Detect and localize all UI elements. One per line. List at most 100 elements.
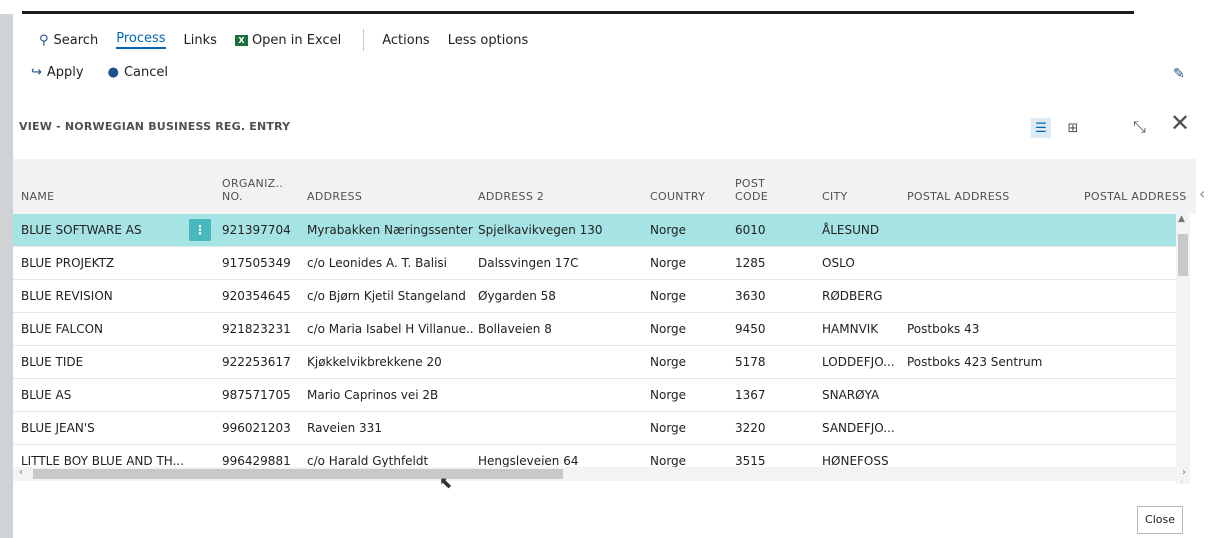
search-action[interactable]: ⚲ Search [39,33,98,48]
table-row[interactable]: BLUE FALCON 921823231 c/o Maria Isabel H… [13,313,1176,346]
cell-name[interactable]: BLUE SOFTWARE AS [21,214,186,246]
mouse-pointer-icon: ⬉ [439,473,453,492]
cell-name[interactable]: BLUE TIDE [21,346,211,378]
cancel-label: Cancel [123,65,168,80]
cancel-icon: ● [107,65,119,80]
view-toggle: ☰ ⊞ [1031,118,1095,138]
action-separator [363,29,365,51]
cell-address-2: Spjelkavikvegen 130 [478,223,603,237]
close-icon[interactable]: ✕ [1170,111,1190,135]
table-row[interactable]: BLUE TIDE 922253617 Kjøkkelvikbrekkene 2… [13,346,1176,379]
apply-label: Apply [46,65,84,80]
cell-name[interactable]: BLUE PROJEKTZ [21,247,211,279]
cell-city: LODDEFJO... [822,355,895,369]
cell-postal-address: Postboks 43 [907,322,980,336]
column-header-city[interactable]: CITY [822,159,848,214]
cell-post-code: 9450 [735,322,766,336]
cell-post-code: 6010 [735,223,766,237]
cell-city: HAMNVIK [822,322,879,336]
excel-icon: X [234,34,248,46]
horizontal-scroll-thumb[interactable] [33,469,563,479]
cell-address-2 [478,346,646,378]
column-header-postal-address-2[interactable]: POSTAL ADDRESS [1084,159,1187,214]
table-row[interactable]: BLUE SOFTWARE AS ⋮ 921397704 Myrabakken … [13,214,1176,247]
column-header-country[interactable]: COUNTRY [650,159,705,214]
cell-address: c/o Bjørn Kjetil Stangeland [307,289,466,303]
column-header-postal-address[interactable]: POSTAL ADDRESS [907,159,1010,214]
cell-country: Norge [650,322,687,336]
cell-address-2 [478,412,646,444]
process-bar: ↪ Apply ● Cancel [31,65,192,80]
apply-button[interactable]: ↪ Apply [31,65,84,80]
cell-country: Norge [650,355,687,369]
grid-header: NAME ORGANIZ.. NO. ADDRESS ADDRESS 2 COUN… [13,159,1196,214]
cancel-button[interactable]: ● Cancel [108,65,168,80]
column-post-label-2: CODE [735,190,768,203]
column-org-label-2: NO. [222,190,243,203]
vertical-scroll-thumb[interactable] [1178,234,1188,276]
scroll-right-icon[interactable]: › [1182,467,1186,478]
background-page-strip [0,14,13,538]
collapse-icon[interactable]: ⤡ [1133,117,1146,137]
column-address2-label: ADDRESS 2 [478,190,545,203]
links-label: Links [183,32,217,48]
search-label: Search [53,32,99,48]
cell-city: RØDBERG [822,289,883,303]
vertical-scrollbar[interactable]: ▲ ▼ [1176,214,1190,484]
cell-country: Norge [650,256,687,270]
search-icon: ⚲ [39,32,49,48]
cell-address: Mario Caprinos vei 2B [307,388,439,402]
table-row[interactable]: BLUE PROJEKTZ 917505349 c/o Leonides A. … [13,247,1176,280]
scroll-up-icon[interactable]: ▲ [1178,214,1185,224]
less-options-action[interactable]: Less options [448,33,529,48]
cell-org-no: 917505349 [222,256,291,270]
column-header-name[interactable]: NAME [21,159,54,214]
column-post-label-1: POST [735,177,766,190]
column-name-label: NAME [21,190,55,203]
lookup-dialog: ⚲ Search Process Links X Open in Excel A… [13,14,1196,538]
cell-name[interactable]: BLUE REVISION [21,280,211,312]
column-header-post-code[interactable]: POST CODE [735,159,768,214]
cell-post-code: 5178 [735,355,766,369]
actions-label: Actions [382,32,430,48]
cell-name[interactable]: BLUE FALCON [21,313,211,345]
links-tab[interactable]: Links [184,33,217,48]
cell-name[interactable]: BLUE JEAN'S [21,412,211,444]
cell-postal-address [907,412,1077,444]
close-button[interactable]: Close [1137,506,1183,534]
cell-org-no: 996021203 [222,421,291,435]
table-row[interactable]: BLUE REVISION 920354645 c/o Bjørn Kjetil… [13,280,1176,313]
cell-address: c/o Maria Isabel H Villanue... [307,322,475,336]
column-header-org-no[interactable]: ORGANIZ.. NO. [222,159,283,214]
page-title: VIEW - NORWEGIAN BUSINESS REG. ENTRY [19,120,291,133]
cell-address-2 [478,379,646,411]
pin-icon[interactable]: ✎ [1173,66,1185,82]
cell-address: c/o Leonides A. T. Balisi [307,256,448,270]
cell-postal-address [907,379,1077,411]
table-row[interactable]: BLUE AS 987571705 Mario Caprinos vei 2B … [13,379,1176,412]
list-view-icon[interactable]: ☰ [1031,118,1051,138]
actions-tab[interactable]: Actions [382,33,430,48]
cell-country: Norge [650,388,687,402]
apply-arrow-icon: ↪ [31,65,42,80]
cell-name[interactable]: BLUE AS [21,379,211,411]
horizontal-scrollbar[interactable]: ‹ › [13,467,1190,481]
table-row[interactable]: BLUE JEAN'S 996021203 Raveien 331 Norge … [13,412,1176,445]
cell-postal-address [907,280,1077,312]
title-bar [0,0,1214,15]
column-postal-address2-label: POSTAL ADDRESS [1084,190,1187,203]
list-grid: NAME ORGANIZ.. NO. ADDRESS ADDRESS 2 COUN… [13,159,1196,499]
cell-org-no: 920354645 [222,289,291,303]
tile-view-icon[interactable]: ⊞ [1063,118,1083,138]
scroll-left-icon[interactable]: ‹ [19,467,23,478]
row-menu-button[interactable]: ⋮ [189,219,211,241]
column-header-address[interactable]: ADDRESS [307,159,362,214]
cell-country: Norge [650,223,687,237]
column-header-address-2[interactable]: ADDRESS 2 [478,159,544,214]
open-in-excel-label: Open in Excel [251,32,342,48]
cell-postal-address: Postboks 423 Sentrum [907,355,1043,369]
cell-org-no: 921397704 [222,223,291,237]
process-tab[interactable]: Process [116,31,166,49]
open-in-excel-action[interactable]: X Open in Excel [234,32,342,48]
chevron-left-icon[interactable]: ‹ [1199,184,1205,203]
